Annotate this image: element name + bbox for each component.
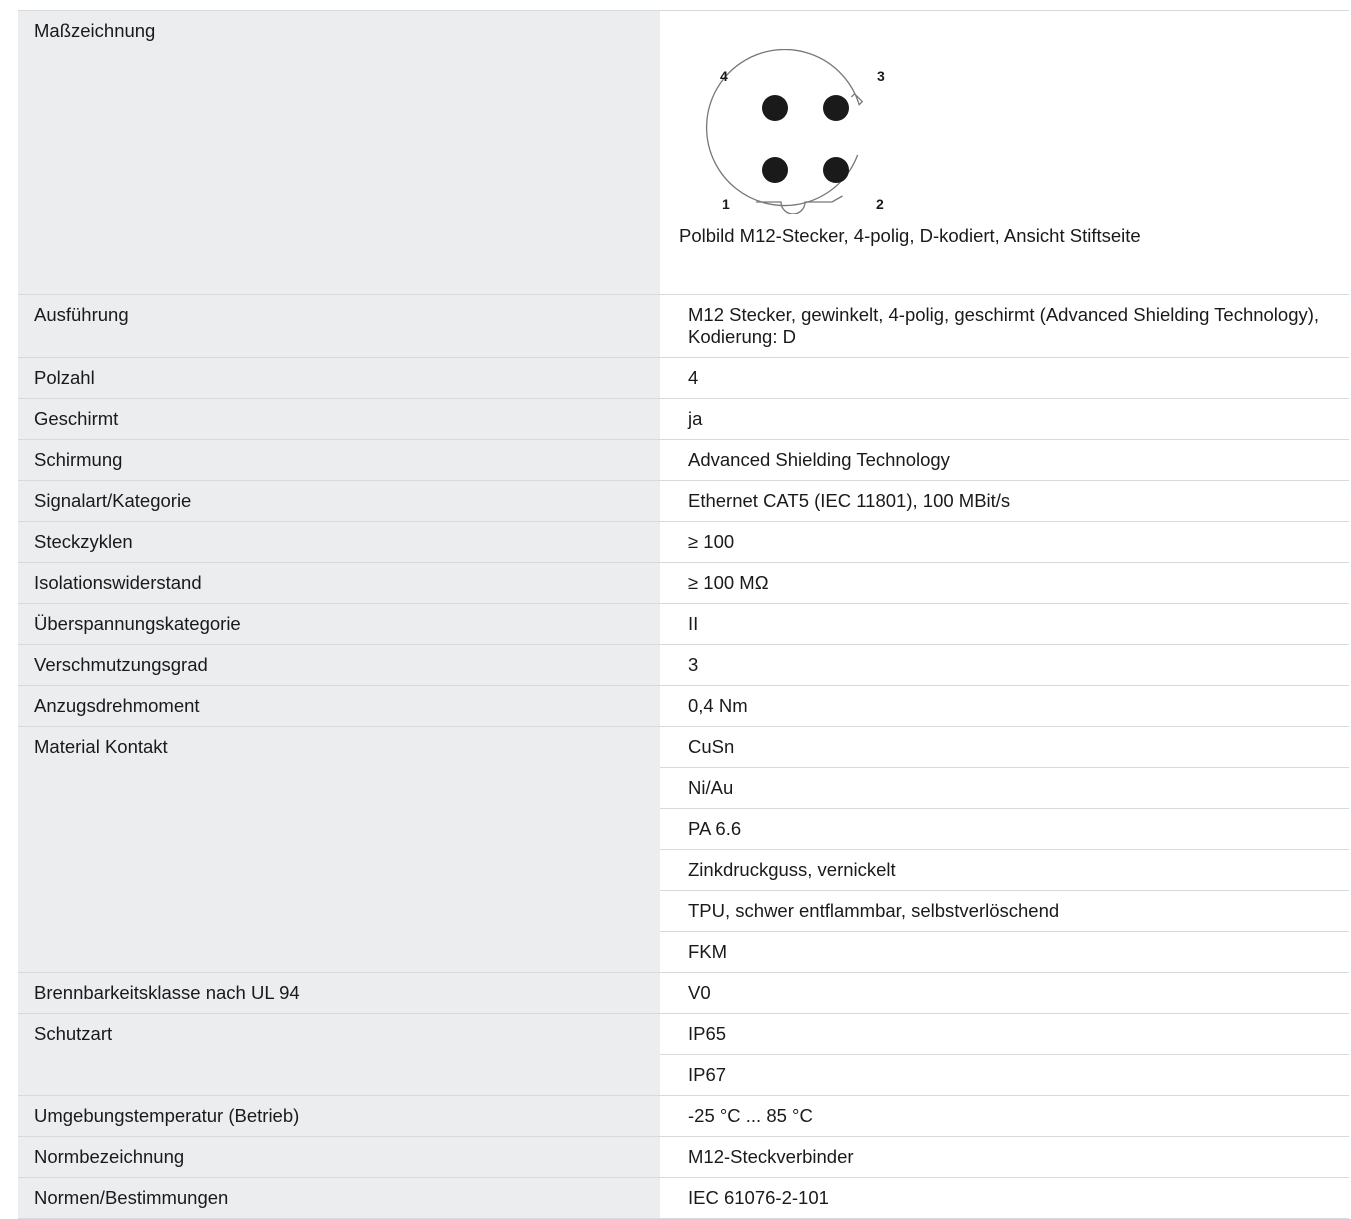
spec-values: ≥ 100 xyxy=(660,522,1349,562)
spec-value: V0 xyxy=(688,982,711,1003)
spec-values: M12-Steckverbinder xyxy=(660,1137,1349,1177)
spec-label: Verschmutzungsgrad xyxy=(18,645,660,685)
spec-label: Anzugsdrehmoment xyxy=(18,686,660,726)
spec-value: TPU, schwer entflammbar, selbstverlösche… xyxy=(660,891,1349,932)
spec-table: Maßzeichnung 4 3 1 2 Polbild M12-Stecker… xyxy=(18,10,1349,1219)
spec-values: 4 xyxy=(660,358,1349,398)
pin-contact xyxy=(823,95,849,121)
drawing-caption: Polbild M12-Stecker, 4-polig, D-kodiert,… xyxy=(679,225,1141,246)
spec-row: Brennbarkeitsklasse nach UL 94 V0 xyxy=(18,973,1349,1014)
spec-row: Polzahl 4 xyxy=(18,358,1349,399)
spec-label: Schirmung xyxy=(18,440,660,480)
spec-values: Advanced Shielding Technology xyxy=(660,440,1349,480)
spec-values: 0,4 Nm xyxy=(660,686,1349,726)
spec-row: Anzugsdrehmoment 0,4 Nm xyxy=(18,686,1349,727)
spec-value: II xyxy=(688,613,699,634)
spec-row: Überspannungskategorie II xyxy=(18,604,1349,645)
spec-values: Ethernet CAT5 (IEC 11801), 100 MBit/s xyxy=(660,481,1349,521)
m12-pinout-drawing: 4 3 1 2 xyxy=(705,49,885,214)
spec-values: ja xyxy=(660,399,1349,439)
spec-label: Schutzart xyxy=(18,1014,660,1095)
spec-label: Ausführung xyxy=(18,295,660,357)
spec-row-drawing: Maßzeichnung 4 3 1 2 Polbild M12-Stecker… xyxy=(18,11,1349,295)
spec-row: Steckzyklen ≥ 100 xyxy=(18,522,1349,563)
spec-label: Brennbarkeitsklasse nach UL 94 xyxy=(18,973,660,1013)
spec-values: IP65 IP67 xyxy=(660,1014,1349,1095)
spec-values: 3 xyxy=(660,645,1349,685)
spec-label: Signalart/Kategorie xyxy=(18,481,660,521)
spec-row: Umgebungstemperatur (Betrieb) -25 °C ... … xyxy=(18,1096,1349,1137)
spec-value: 4 xyxy=(688,367,699,388)
spec-label: Normen/Bestimmungen xyxy=(18,1178,660,1218)
spec-value: IP65 xyxy=(660,1014,1349,1055)
spec-value: ≥ 100 xyxy=(688,531,735,552)
spec-row: Ausführung M12 Stecker, gewinkelt, 4-poli… xyxy=(18,295,1349,358)
spec-value: IP67 xyxy=(688,1064,727,1085)
spec-values: ≥ 100 MΩ xyxy=(660,563,1349,603)
spec-value: CuSn xyxy=(660,727,1349,768)
spec-value: Advanced Shielding Technology xyxy=(688,449,950,470)
spec-value: Ni/Au xyxy=(660,768,1349,809)
pin-contact xyxy=(823,157,849,183)
spec-row: Verschmutzungsgrad 3 xyxy=(18,645,1349,686)
pin-label: 4 xyxy=(720,68,728,84)
spec-label: Überspannungskategorie xyxy=(18,604,660,644)
spec-value: 0,4 Nm xyxy=(688,695,748,716)
spec-label: Polzahl xyxy=(18,358,660,398)
spec-values: V0 xyxy=(660,973,1349,1013)
spec-value: ja xyxy=(688,408,703,429)
spec-values: II xyxy=(660,604,1349,644)
spec-row: Material Kontakt CuSn Ni/Au PA 6.6 Zinkdruck… xyxy=(18,727,1349,973)
pin-label: 1 xyxy=(722,196,730,212)
spec-label: Steckzyklen xyxy=(18,522,660,562)
spec-value: Ethernet CAT5 (IEC 11801), 100 MBit/s xyxy=(688,490,1011,511)
spec-values: -25 °C ... 85 °C xyxy=(660,1096,1349,1136)
spec-label: Geschirmt xyxy=(18,399,660,439)
pin-contact xyxy=(762,95,788,121)
spec-label: Normbezeichnung xyxy=(18,1137,660,1177)
spec-row: Normen/Bestimmungen IEC 61076-2-101 xyxy=(18,1178,1349,1219)
spec-row: Isolationswiderstand ≥ 100 MΩ xyxy=(18,563,1349,604)
spec-label: Isolationswiderstand xyxy=(18,563,660,603)
spec-row: Signalart/Kategorie Ethernet CAT5 (IEC 11… xyxy=(18,481,1349,522)
spec-value: M12 Stecker, gewinkelt, 4-polig, geschir… xyxy=(688,304,1320,347)
spec-value: -25 °C ... 85 °C xyxy=(688,1105,813,1126)
spec-row: Geschirmt ja xyxy=(18,399,1349,440)
spec-value: M12-Steckverbinder xyxy=(688,1146,854,1167)
spec-value: 3 xyxy=(688,654,699,675)
spec-value: PA 6.6 xyxy=(660,809,1349,850)
spec-label: Maßzeichnung xyxy=(18,11,660,294)
spec-row: Schutzart IP65 IP67 xyxy=(18,1014,1349,1096)
spec-value: ≥ 100 MΩ xyxy=(688,572,769,593)
spec-values: CuSn Ni/Au PA 6.6 Zinkdruckguss, vernickelt… xyxy=(660,727,1349,972)
spec-value: Zinkdruckguss, vernickelt xyxy=(660,850,1349,891)
spec-values: IEC 61076-2-101 xyxy=(660,1178,1349,1218)
pin-label: 3 xyxy=(877,68,885,84)
spec-label: Material Kontakt xyxy=(18,727,660,972)
coding-notch xyxy=(756,195,843,214)
spec-value: FKM xyxy=(688,941,728,962)
pin-label: 2 xyxy=(876,196,884,212)
spec-values: M12 Stecker, gewinkelt, 4-polig, geschir… xyxy=(660,295,1349,357)
spec-row: Schirmung Advanced Shielding Technology xyxy=(18,440,1349,481)
spec-value: IEC 61076-2-101 xyxy=(688,1187,829,1208)
spec-rows: Ausführung M12 Stecker, gewinkelt, 4-poli… xyxy=(18,295,1349,1219)
spec-row: Normbezeichnung M12-Steckverbinder xyxy=(18,1137,1349,1178)
pin-contact xyxy=(762,157,788,183)
spec-label: Umgebungstemperatur (Betrieb) xyxy=(18,1096,660,1136)
